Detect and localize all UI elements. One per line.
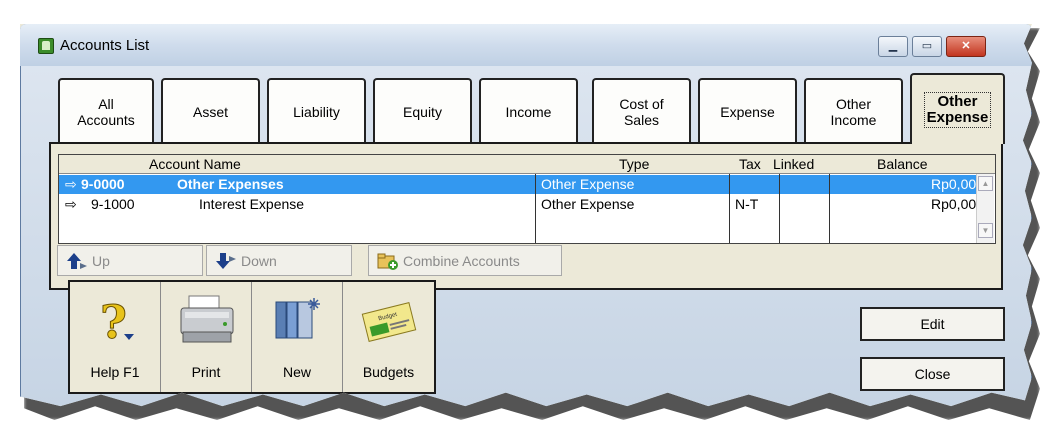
- close-button[interactable]: Close: [860, 357, 1005, 391]
- up-button[interactable]: Up: [57, 245, 203, 276]
- tab-other-expense[interactable]: Other Expense: [910, 73, 1005, 144]
- tab-label: Income: [505, 104, 552, 120]
- tab-liability[interactable]: Liability: [267, 78, 366, 144]
- column-divider: [779, 174, 780, 243]
- window-title: Accounts List: [60, 37, 150, 54]
- help-label: Help F1: [90, 364, 140, 380]
- print-button[interactable]: Print: [161, 282, 252, 392]
- maximize-icon: ▭: [921, 40, 933, 52]
- account-number: 9-0000: [81, 176, 125, 192]
- tab-label: Other: [937, 92, 978, 110]
- account-balance: Rp0,00: [931, 196, 977, 212]
- up-label: Up: [92, 252, 110, 269]
- budget-card-icon: Budget: [361, 294, 417, 348]
- help-button[interactable]: ? Help F1: [70, 282, 161, 392]
- minimize-icon: ▁: [888, 40, 898, 52]
- table-row[interactable]: ⇨ 9-0000 Other Expenses Other Expense Rp…: [59, 175, 977, 194]
- minimize-button[interactable]: ▁: [878, 36, 908, 57]
- new-button[interactable]: New: [252, 282, 343, 392]
- close-icon: ✕: [961, 40, 971, 52]
- accounts-table[interactable]: Account Name Type Tax Linked Balance ⇨ 9…: [58, 154, 996, 244]
- tab-label: Cost of: [619, 96, 664, 112]
- app-icon: [38, 38, 54, 54]
- tab-label: Asset: [192, 104, 228, 120]
- tab-label: Other: [835, 96, 871, 112]
- budgets-label: Budgets: [362, 364, 415, 380]
- combine-label: Combine Accounts: [403, 252, 520, 269]
- close-window-button[interactable]: ✕: [946, 36, 986, 57]
- row-arrow-icon[interactable]: ⇨: [65, 196, 77, 213]
- tab-label: Income: [830, 112, 877, 128]
- tab-income[interactable]: Income: [479, 78, 578, 144]
- tab-label: Expense: [926, 108, 989, 126]
- tab-equity[interactable]: Equity: [373, 78, 472, 144]
- account-number: 9-1000: [91, 196, 135, 212]
- column-divider: [535, 174, 536, 243]
- new-label: New: [282, 364, 311, 380]
- tab-all-accounts[interactable]: All Accounts: [58, 78, 154, 144]
- tab-cost-of-sales[interactable]: Cost of Sales: [592, 78, 691, 144]
- budgets-button[interactable]: Budget Budgets: [343, 282, 434, 392]
- svg-text:?: ?: [100, 295, 127, 348]
- up-arrow-icon: [66, 252, 88, 270]
- tab-label: Accounts: [77, 112, 135, 128]
- header-account-name: Account Name: [149, 156, 241, 172]
- column-divider: [729, 174, 730, 243]
- tab-label: All: [98, 96, 114, 112]
- account-name: Interest Expense: [199, 196, 305, 212]
- tab-label: Liability: [293, 104, 340, 120]
- account-tax: N-T: [735, 196, 759, 212]
- header-type: Type: [619, 156, 650, 172]
- header-linked: Linked: [773, 156, 815, 172]
- tab-label: Expense: [720, 104, 775, 120]
- header-tax: Tax: [739, 156, 761, 172]
- down-button[interactable]: Down: [206, 245, 352, 276]
- account-type: Other Expense: [541, 176, 635, 192]
- account-type: Other Expense: [541, 196, 635, 212]
- scroll-down-icon[interactable]: ▼: [978, 223, 993, 238]
- row-arrow-icon[interactable]: ⇨: [65, 176, 77, 193]
- table-scrollbar[interactable]: ▲ ▼: [976, 174, 994, 243]
- maximize-button[interactable]: ▭: [912, 36, 942, 57]
- tab-asset[interactable]: Asset: [161, 78, 260, 144]
- printer-icon: [179, 294, 235, 348]
- down-arrow-icon: [215, 252, 237, 270]
- print-label: Print: [191, 364, 221, 380]
- tab-label: Sales: [623, 112, 659, 128]
- header-balance: Balance: [877, 156, 928, 172]
- edit-button[interactable]: Edit: [860, 307, 1005, 341]
- new-account-icon: [270, 294, 326, 348]
- table-header: Account Name Type Tax Linked Balance: [59, 155, 995, 174]
- accounts-list-window: Accounts List ▁ ▭ ✕ All Accounts Asset Li…: [20, 24, 1032, 407]
- tab-expense[interactable]: Expense: [698, 78, 797, 144]
- scroll-up-icon[interactable]: ▲: [978, 176, 993, 191]
- account-name: Other Expenses: [177, 176, 284, 192]
- toolbar: ? Help F1 Print New Budget Budgets: [68, 280, 436, 394]
- down-label: Down: [241, 252, 277, 269]
- title-bar[interactable]: Accounts List ▁ ▭ ✕: [20, 24, 1032, 66]
- account-balance: Rp0,00: [931, 176, 977, 192]
- combine-folders-icon: [377, 252, 399, 270]
- combine-accounts-button[interactable]: Combine Accounts: [368, 245, 562, 276]
- tab-other-income[interactable]: Other Income: [804, 78, 903, 144]
- help-question-icon: ?: [88, 294, 144, 350]
- table-row[interactable]: ⇨ 9-1000 Interest Expense Other Expense …: [59, 195, 977, 214]
- tab-label: Equity: [403, 104, 442, 120]
- column-divider: [829, 174, 830, 243]
